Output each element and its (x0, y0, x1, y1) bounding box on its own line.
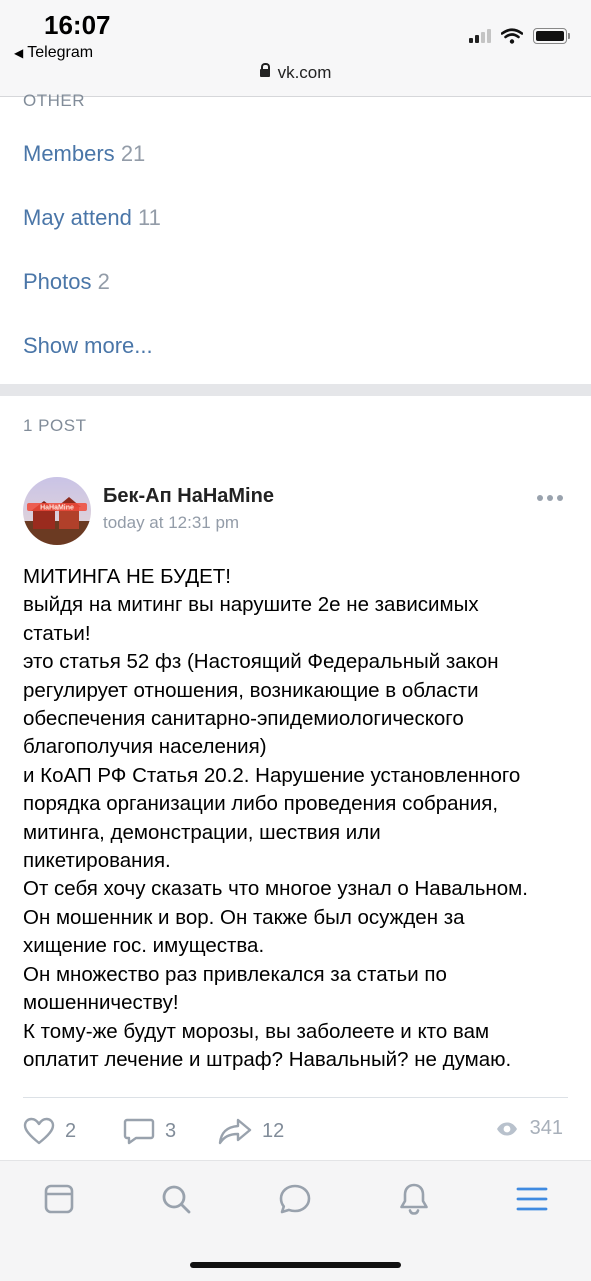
show-more-link[interactable]: Show more... (23, 333, 153, 359)
heart-icon (23, 1117, 55, 1145)
avatar-logo-text: НаНаMine (40, 505, 74, 512)
author-avatar[interactable]: НаНаMine (23, 477, 91, 545)
post-line: выйдя на митинг вы нарушите 2е не зависи… (23, 593, 479, 617)
post-line: МИТИНГА НЕ БУДЕТ! (23, 565, 232, 588)
more-dot (547, 495, 553, 501)
address-bar[interactable]: vk.com (0, 63, 591, 83)
cellular-signal-icon (469, 29, 491, 43)
back-to-app-link[interactable]: ◀ Telegram (14, 44, 93, 62)
post-line: К тому-же будут морозы, вы заболеете и к… (23, 1019, 490, 1043)
views-counter: 341 (496, 1117, 563, 1140)
actions-separator (23, 1097, 568, 1098)
share-count: 12 (262, 1119, 285, 1142)
photos-link[interactable]: Photos 2 (23, 269, 110, 295)
post-line: Он множество раз привлекался за статьи п… (23, 962, 447, 986)
other-heading: OTHER (23, 91, 85, 110)
like-count: 2 (65, 1119, 77, 1142)
post-line: Он мошенник и вор. Он также был осужден … (23, 905, 465, 929)
post-line: мошенничеству! (23, 991, 179, 1015)
tab-messages[interactable] (277, 1181, 313, 1217)
post-text: МИТИНГА НЕ БУДЕТ! выйдя на митинг вы нар… (23, 563, 571, 1074)
eye-icon (496, 1122, 517, 1135)
photos-label: Photos (23, 269, 92, 294)
tab-menu[interactable] (514, 1181, 550, 1217)
posts-heading: 1 POST (23, 416, 87, 435)
views-count: 341 (529, 1117, 563, 1139)
clock: 16:07 (44, 10, 111, 40)
search-icon (162, 1185, 191, 1214)
share-button[interactable]: 12 (218, 1117, 284, 1145)
may-attend-label: May attend (23, 205, 132, 230)
comment-count: 3 (165, 1119, 177, 1142)
comment-icon (123, 1118, 155, 1145)
lock-icon (259, 63, 270, 77)
may-attend-count: 11 (137, 205, 161, 230)
post-line: От себя хочу сказать что многое узнал о … (23, 877, 528, 901)
post-line: митинга, демонстрации, шествия или (23, 820, 381, 844)
post-timestamp[interactable]: today at 12:31 pm (103, 513, 239, 533)
like-button[interactable]: 2 (23, 1117, 76, 1145)
avatar-image: НаНаMine (23, 477, 91, 545)
more-dot (537, 495, 543, 501)
post-line: хищение гос. имущества. (23, 934, 265, 958)
members-label: Members (23, 141, 115, 166)
notifications-icon (400, 1183, 428, 1215)
photos-count: 2 (97, 269, 110, 294)
status-bar: 16:07 ◀ Telegram vk.com (0, 0, 591, 97)
messages-icon (279, 1184, 311, 1214)
may-attend-link[interactable]: May attend 11 (23, 205, 161, 231)
show-more-label: Show more... (23, 333, 153, 358)
tab-feed[interactable] (41, 1181, 77, 1217)
post-line: порядка организации либо проведения собр… (23, 792, 499, 816)
menu-icon (516, 1187, 548, 1211)
post-line: статьи! (23, 621, 91, 645)
home-indicator[interactable] (190, 1262, 401, 1268)
feed-icon (44, 1184, 74, 1214)
post-line: обеспечения санитарно-эпидемиологическог… (23, 707, 464, 731)
tab-notifications[interactable] (396, 1181, 432, 1217)
comment-button[interactable]: 3 (123, 1117, 176, 1145)
system-indicators (469, 28, 570, 44)
tab-search[interactable] (158, 1181, 194, 1217)
post-author[interactable]: Бек-Ап НаНаMine (103, 485, 274, 508)
battery-icon (533, 28, 570, 44)
back-arrow-icon: ◀ (14, 46, 24, 60)
members-link[interactable]: Members 21 (23, 141, 145, 167)
wifi-icon (501, 28, 523, 44)
post-line: оплатит лечение и штраф? Навальный? не д… (23, 1047, 512, 1071)
other-section: OTHER Members 21 May attend 11 Photos 2 … (0, 91, 591, 384)
post-line: пикетирования. (23, 849, 171, 873)
section-divider (0, 384, 591, 396)
more-options-button[interactable] (537, 495, 563, 501)
share-icon (218, 1118, 252, 1145)
post-line: это статья 52 фз (Настоящий Федеральный … (23, 650, 499, 674)
post-line: и КоАП РФ Статья 20.2. Нарушение установ… (23, 763, 521, 787)
back-app-label: Telegram (27, 44, 94, 61)
more-dot (557, 495, 563, 501)
post-line: регулирует отношения, возникающие в обла… (23, 678, 479, 702)
post-line: благополучия населения) (23, 735, 267, 759)
members-count: 21 (120, 141, 146, 166)
url-text: vk.com (277, 63, 332, 82)
